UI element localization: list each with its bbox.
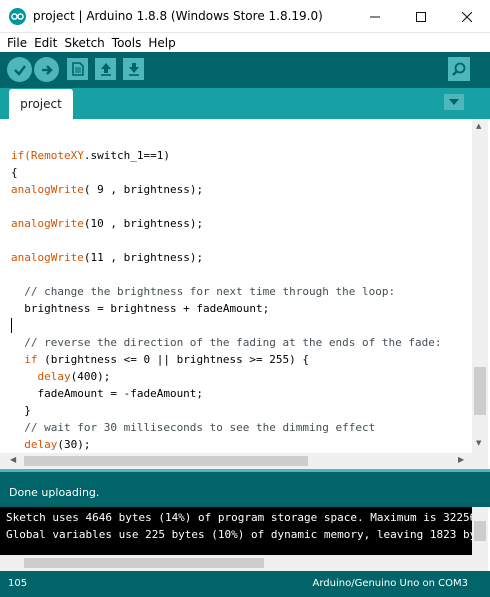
- status-bar: Done uploading.: [0, 469, 490, 507]
- scroll-down-icon[interactable]: ▼: [476, 439, 481, 447]
- code-keyword: analogWrite: [11, 251, 84, 264]
- line-number: 105: [8, 578, 28, 589]
- scroll-left-icon[interactable]: ◀: [10, 455, 16, 464]
- code-line: }: [11, 404, 31, 417]
- code-line: analogWrite(11 , brightness);: [11, 249, 203, 266]
- console-output[interactable]: Sketch uses 4646 bytes (14%) of program …: [0, 507, 472, 555]
- code-line: if(RemoteXY.switch_1==1): [11, 147, 170, 164]
- arrow-right-icon: [41, 64, 53, 75]
- scroll-right-icon[interactable]: ▶: [458, 455, 464, 464]
- code-comment: // wait for 30 milliseconds to see the d…: [11, 421, 376, 434]
- maximize-button[interactable]: [398, 0, 444, 33]
- code-keyword: delay: [11, 438, 58, 451]
- console-horizontal-scrollbar[interactable]: [0, 555, 472, 571]
- menu-file[interactable]: File: [4, 36, 30, 50]
- code-line: delay(30);: [11, 436, 90, 453]
- check-icon: [13, 64, 26, 76]
- code-line: // change the brightness for next time t…: [11, 283, 395, 300]
- status-message: Done uploading.: [9, 486, 100, 499]
- tab-menu-button[interactable]: [444, 94, 464, 110]
- arrow-down-icon: [128, 63, 139, 76]
- code-text: (30);: [57, 438, 91, 451]
- verify-button[interactable]: [7, 57, 32, 82]
- tab-bar: project: [0, 88, 490, 119]
- new-sketch-button[interactable]: [67, 58, 88, 80]
- scroll-up-icon[interactable]: ▲: [476, 122, 481, 130]
- toolbar: [0, 52, 490, 88]
- magnifier-icon: [452, 62, 466, 76]
- code-text: (brightness <= 0 || brightness >= 255) {: [37, 353, 310, 366]
- code-keyword: analogWrite: [11, 217, 84, 230]
- editor-vertical-scroll-thumb[interactable]: [474, 367, 486, 415]
- code-text: .switch_1==1): [83, 149, 170, 162]
- code-keyword: analogWrite: [11, 183, 84, 196]
- code-text: RemoteXY: [30, 149, 84, 162]
- code-line: // reverse the direction of the fading a…: [11, 334, 441, 351]
- code-text: (11 , brightness);: [83, 251, 204, 264]
- menu-sketch[interactable]: Sketch: [61, 36, 107, 50]
- text-caret: [11, 318, 12, 333]
- editor-horizontal-scrollbar[interactable]: ◀ ▶: [0, 453, 472, 469]
- console-line: Global variables use 225 bytes (10%) of …: [6, 528, 472, 541]
- code-line: if (brightness <= 0 || brightness >= 255…: [11, 351, 309, 368]
- code-line: brightness = brightness + fadeAmount;: [11, 302, 270, 315]
- minimize-button[interactable]: [352, 0, 398, 33]
- code-text: ( 9 , brightness);: [83, 183, 204, 196]
- title-bar: project | Arduino 1.8.8 (Windows Store 1…: [0, 0, 490, 33]
- scroll-corner: [472, 453, 488, 469]
- menu-edit[interactable]: Edit: [31, 36, 60, 50]
- console-scroll-corner: [472, 555, 488, 571]
- code-line: analogWrite( 9 , brightness);: [11, 181, 203, 198]
- code-text: (400);: [70, 370, 111, 383]
- code-text: (10 , brightness);: [83, 217, 204, 230]
- board-port-label: Arduino/Genuino Uno on COM3: [312, 578, 469, 589]
- menu-tools[interactable]: Tools: [109, 36, 145, 50]
- arrow-up-icon: [100, 63, 111, 76]
- console-horizontal-scroll-thumb[interactable]: [24, 558, 264, 568]
- code-keyword: if: [11, 353, 38, 366]
- menu-bar: File Edit Sketch Tools Help: [0, 33, 490, 52]
- arduino-logo-icon: [9, 8, 26, 25]
- code-line: analogWrite(10 , brightness);: [11, 215, 203, 232]
- open-sketch-button[interactable]: [95, 58, 116, 80]
- code-line: fadeAmount = -fadeAmount;: [11, 387, 204, 400]
- footer-bar: 105 Arduino/Genuino Uno on COM3: [0, 571, 490, 597]
- menu-help[interactable]: Help: [145, 36, 178, 50]
- code-line: // wait for 30 milliseconds to see the d…: [11, 419, 375, 436]
- code-keyword: if(: [11, 149, 31, 162]
- save-sketch-button[interactable]: [123, 58, 144, 80]
- console-vertical-scroll-thumb[interactable]: [474, 521, 486, 541]
- chevron-down-icon: [449, 99, 459, 105]
- serial-monitor-button[interactable]: [448, 57, 470, 81]
- code-line: {: [11, 166, 18, 179]
- new-file-icon: [71, 62, 84, 76]
- code-line: delay(400);: [11, 368, 110, 385]
- upload-button[interactable]: [34, 57, 59, 82]
- code-keyword: delay: [11, 370, 71, 383]
- code-comment: // reverse the direction of the fading a…: [11, 336, 442, 349]
- editor-vertical-scrollbar[interactable]: ▲ ▼: [472, 119, 488, 453]
- code-editor[interactable]: if(RemoteXY.switch_1==1){analogWrite( 9 …: [0, 119, 472, 453]
- code-comment: // change the brightness for next time t…: [11, 285, 396, 298]
- window-title: project | Arduino 1.8.8 (Windows Store 1…: [33, 9, 323, 23]
- console-line: Sketch uses 4646 bytes (14%) of program …: [6, 511, 472, 524]
- console-vertical-scrollbar[interactable]: [472, 507, 488, 555]
- tab-project[interactable]: project: [9, 89, 73, 119]
- close-button[interactable]: [444, 0, 490, 33]
- editor-horizontal-scroll-thumb[interactable]: [24, 456, 308, 466]
